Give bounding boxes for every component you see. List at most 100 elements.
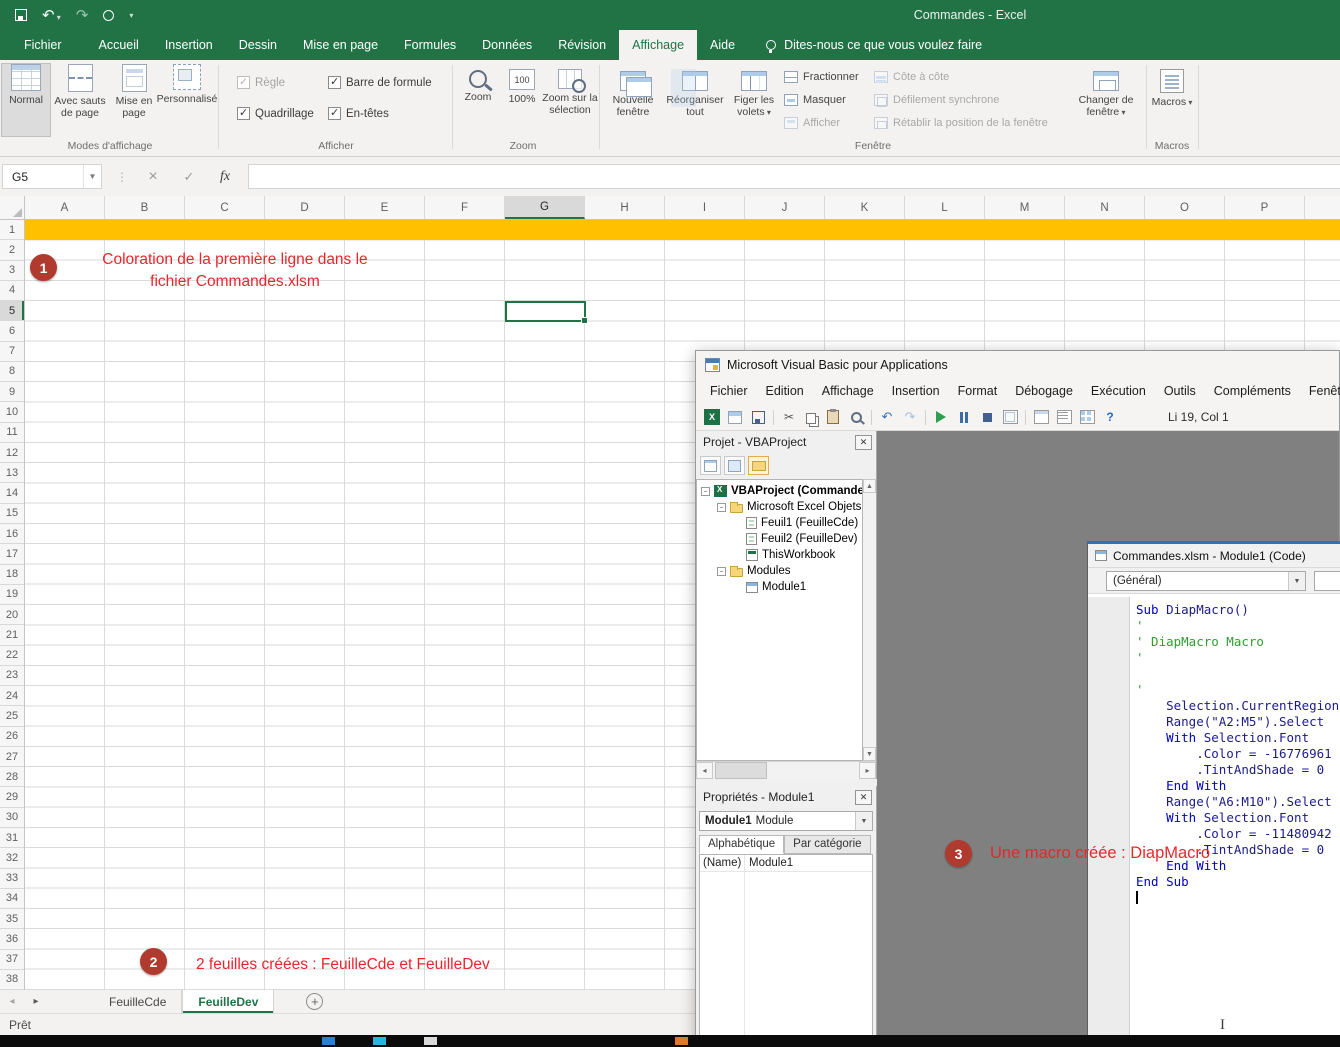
toggle-folders-icon[interactable] (748, 456, 769, 475)
view-custom-button[interactable]: Personnalisé (158, 64, 216, 136)
tab-fichier[interactable]: Fichier (0, 30, 86, 60)
tree-item-microsoft-excel-objets[interactable]: -Microsoft Excel Objets (697, 499, 862, 515)
change-window-button[interactable]: Changer de fenêtre (1072, 64, 1140, 136)
view-page-layout-button[interactable]: Mise en page (110, 64, 158, 136)
row-header-32[interactable]: 32 (0, 848, 24, 868)
column-header-G[interactable]: G (505, 196, 585, 219)
tab-alphabetic[interactable]: Alphabétique (699, 835, 784, 854)
row-header-4[interactable]: 4 (0, 281, 24, 301)
procedure-dropdown[interactable]: ▼ (1314, 571, 1340, 591)
column-header-O[interactable]: O (1145, 196, 1225, 219)
tree-item-thisworkbook[interactable]: ThisWorkbook (697, 547, 862, 563)
taskbar-app-icon[interactable] (322, 1037, 335, 1045)
expander-icon[interactable]: - (717, 567, 726, 576)
row-header-6[interactable]: 6 (0, 321, 24, 341)
cancel-icon[interactable] (140, 164, 166, 189)
view-code-icon[interactable] (700, 456, 721, 475)
undo-button[interactable]: ↶ ▾ (42, 8, 61, 23)
row-header-23[interactable]: 23 (0, 666, 24, 686)
enter-icon[interactable] (176, 164, 202, 189)
row-header-12[interactable]: 12 (0, 443, 24, 463)
row-header-11[interactable]: 11 (0, 423, 24, 443)
row-header-24[interactable]: 24 (0, 686, 24, 706)
checkbox-headings[interactable]: En-têtes (328, 107, 389, 120)
row-header-17[interactable]: 17 (0, 544, 24, 564)
expander-icon[interactable]: - (701, 487, 710, 496)
vba-menu-fichier[interactable]: Fichier (701, 384, 757, 398)
row-header-5[interactable]: 5 (0, 301, 24, 321)
row-header-27[interactable]: 27 (0, 747, 24, 767)
chevron-down-icon[interactable]: ▼ (1288, 572, 1305, 590)
property-row[interactable]: (Name) Module1 (700, 855, 872, 872)
tree-item-feuil1-feuillecde[interactable]: Feuil1 (FeuilleCde) (697, 515, 862, 531)
code-editor[interactable]: Sub DiapMacro()'' DiapMacro Macro'' Sele… (1088, 597, 1340, 1047)
column-header-F[interactable]: F (425, 196, 505, 219)
side-by-side-button[interactable]: Côte à côte (874, 65, 1048, 88)
sheet-tab-feuillecde[interactable]: FeuilleCde (94, 990, 182, 1013)
row-header-37[interactable]: 37 (0, 950, 24, 970)
tree-item-vbaproject-commande[interactable]: -VBAProject (Commande (697, 483, 862, 499)
reset-window-position-button[interactable]: Rétablir la position de la fenêtre (874, 111, 1048, 134)
customize-qat-button[interactable]: ▾ (129, 11, 133, 20)
column-header-P[interactable]: P (1225, 196, 1305, 219)
tab-dessin[interactable]: Dessin (226, 30, 290, 60)
save-icon[interactable] (15, 9, 27, 21)
properties-window-icon[interactable] (1057, 410, 1072, 424)
column-header-C[interactable]: C (185, 196, 265, 219)
copy-icon[interactable] (804, 411, 818, 424)
checkbox-ruler[interactable]: Règle (237, 76, 285, 89)
project-explorer-icon[interactable] (1034, 410, 1049, 424)
project-tree-vscrollbar[interactable]: ▲ ▼ (863, 479, 876, 761)
vba-menu-format[interactable]: Format (949, 384, 1007, 398)
row-header-13[interactable]: 13 (0, 463, 24, 483)
design-mode-icon[interactable] (1003, 410, 1018, 424)
row-header-28[interactable]: 28 (0, 767, 24, 787)
tree-item-modules[interactable]: -Modules (697, 563, 862, 579)
row-header-26[interactable]: 26 (0, 727, 24, 747)
project-tree-hscrollbar[interactable]: ◂ ▸ (696, 761, 876, 779)
tell-me-box[interactable]: Dites-nous ce que vous voulez faire (748, 30, 982, 60)
cut-icon[interactable] (781, 409, 797, 425)
column-header-K[interactable]: K (825, 196, 905, 219)
scroll-right-icon[interactable]: ▸ (859, 762, 876, 779)
column-header-N[interactable]: N (1065, 196, 1145, 219)
row-header-7[interactable]: 7 (0, 342, 24, 362)
row-header-34[interactable]: 34 (0, 889, 24, 909)
row-header-35[interactable]: 35 (0, 909, 24, 929)
row-header-1[interactable]: 1 (0, 220, 24, 240)
properties-object-combo[interactable]: Module1 Module ▼ (699, 811, 873, 831)
formula-input[interactable] (248, 164, 1340, 189)
row-header-3[interactable]: 3 (0, 261, 24, 281)
help-icon[interactable] (1102, 409, 1118, 425)
vba-titlebar[interactable]: Microsoft Visual Basic pour Applications (696, 351, 1339, 378)
row-header-9[interactable]: 9 (0, 382, 24, 402)
tab-donn-es[interactable]: Données (469, 30, 545, 60)
chevron-down-icon[interactable]: ▼ (83, 165, 101, 188)
view-object-icon[interactable] (724, 456, 745, 475)
select-all-corner[interactable] (0, 196, 25, 220)
row-header-25[interactable]: 25 (0, 706, 24, 726)
unhide-button[interactable]: Afficher (784, 111, 859, 134)
column-header-L[interactable]: L (905, 196, 985, 219)
column-header-A[interactable]: A (25, 196, 105, 219)
taskbar-app-icon[interactable] (424, 1037, 437, 1045)
hide-button[interactable]: Masquer (784, 88, 859, 111)
object-dropdown[interactable]: (Général) ▼ (1106, 571, 1306, 591)
row-header-10[interactable]: 10 (0, 402, 24, 422)
arrange-all-button[interactable]: Réorganiser tout (664, 64, 726, 136)
vba-menu-d-bogage[interactable]: Débogage (1006, 384, 1082, 398)
column-header-M[interactable]: M (985, 196, 1065, 219)
expander-icon[interactable]: - (717, 503, 726, 512)
vba-menu-fen-tre[interactable]: Fenêtre (1300, 384, 1340, 398)
vba-menu-affichage[interactable]: Affichage (813, 384, 883, 398)
vba-menu-outils[interactable]: Outils (1155, 384, 1205, 398)
new-window-button[interactable]: Nouvelle fenêtre (604, 64, 662, 136)
sheet-nav-left-icon[interactable]: ◂ (0, 990, 24, 1013)
tab-insertion[interactable]: Insertion (152, 30, 226, 60)
column-header-E[interactable]: E (345, 196, 425, 219)
scroll-up-icon[interactable]: ▲ (863, 479, 876, 493)
formula-bar-grip[interactable]: ⋮ (116, 170, 129, 184)
break-icon[interactable] (956, 409, 972, 425)
close-icon[interactable]: ✕ (855, 435, 872, 450)
macros-button[interactable]: Macros (1150, 64, 1194, 136)
